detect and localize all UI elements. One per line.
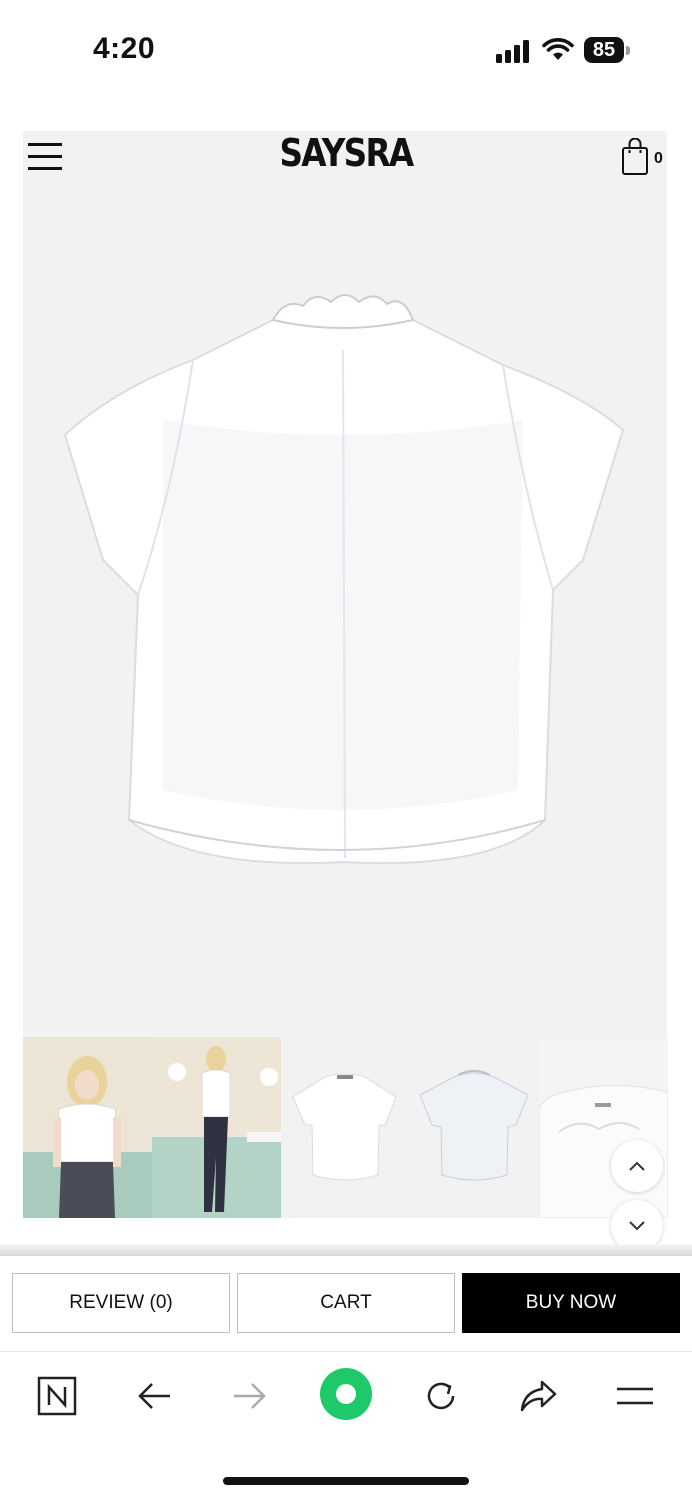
status-time: 4:20 (93, 32, 156, 65)
divider (0, 1244, 692, 1256)
chevron-up-icon (629, 1161, 645, 1171)
scroll-up-button[interactable] (611, 1140, 663, 1192)
back-arrow-icon[interactable] (130, 1372, 178, 1420)
wifi-icon (542, 38, 574, 60)
forward-arrow-icon[interactable] (226, 1372, 274, 1420)
cart-button[interactable]: CART (237, 1273, 455, 1333)
buy-now-button[interactable]: BUY NOW (462, 1273, 680, 1333)
cart-count: 0 (654, 150, 663, 167)
thumbnail-4[interactable] (410, 1037, 539, 1218)
review-button[interactable]: REVIEW (0) (12, 1273, 230, 1333)
share-icon[interactable] (514, 1372, 562, 1420)
thumbnail-3[interactable] (281, 1037, 410, 1218)
home-indicator[interactable] (223, 1477, 469, 1485)
battery-icon: 85 (584, 37, 632, 65)
battery-level: 85 (584, 37, 624, 63)
thumbnail-5[interactable] (539, 1037, 668, 1218)
product-main-image[interactable] (23, 190, 667, 1036)
chevron-down-icon (629, 1221, 645, 1231)
thumbnail-1[interactable] (23, 1037, 152, 1218)
brand-logo[interactable]: SAYSRA (48, 131, 643, 175)
thumbnail-2[interactable] (152, 1037, 281, 1218)
green-circle-icon[interactable] (318, 1366, 374, 1422)
refresh-icon[interactable] (417, 1372, 465, 1420)
menu-lines-icon[interactable] (611, 1372, 659, 1420)
shopping-bag-icon[interactable] (621, 138, 649, 176)
naver-icon[interactable] (33, 1372, 81, 1420)
toolbar-divider (0, 1351, 692, 1352)
thumbnail-strip (23, 1037, 668, 1218)
signal-icon (496, 40, 529, 63)
